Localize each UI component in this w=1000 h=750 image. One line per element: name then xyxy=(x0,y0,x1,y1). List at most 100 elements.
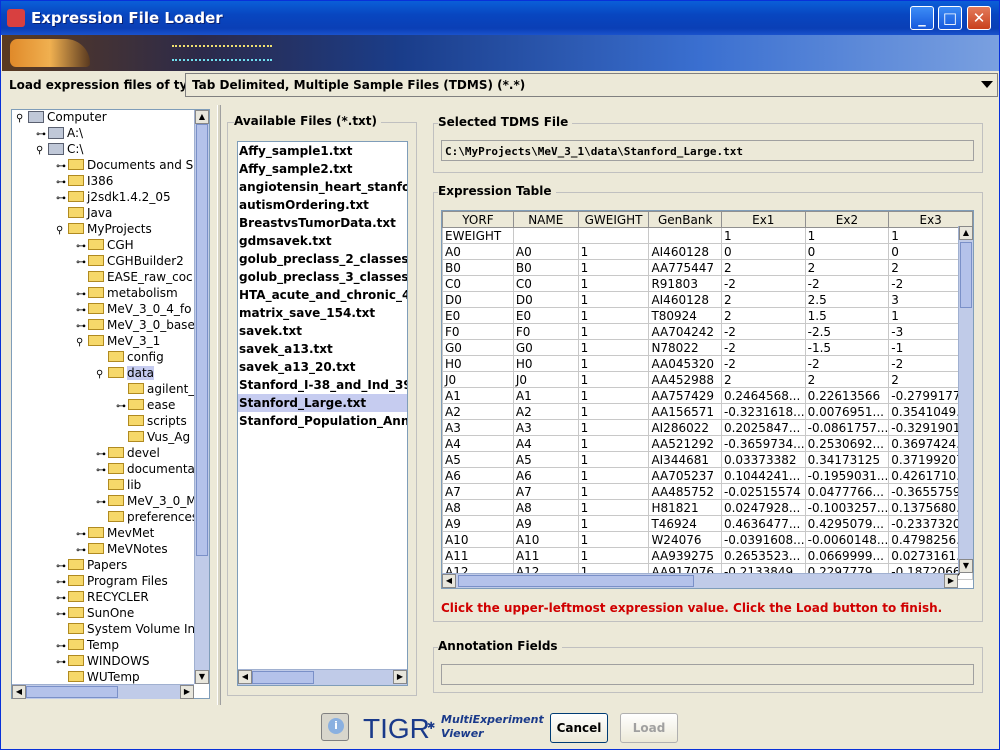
scroll-down-icon[interactable]: ▼ xyxy=(959,559,973,573)
table-cell[interactable]: R91803 xyxy=(648,275,722,292)
load-button[interactable]: Load xyxy=(620,713,678,743)
table-cell[interactable]: AI286022 xyxy=(648,419,722,436)
table-cell[interactable]: 1 xyxy=(804,227,890,244)
table-cell[interactable]: H0 xyxy=(512,355,579,372)
table-cell[interactable]: 0.22613566 xyxy=(804,387,890,404)
table-cell[interactable]: -0.0861757... xyxy=(804,419,890,436)
table-cell[interactable]: 0 xyxy=(804,243,890,260)
tree-toggle-icon[interactable]: ⊶ xyxy=(56,577,68,588)
table-row[interactable]: A2 A2 1 AA156571 -0.3231618... 0.0076951... 0.… xyxy=(442,403,973,420)
table-cell[interactable]: A0 xyxy=(442,243,514,260)
table-cell[interactable]: AA704242 xyxy=(648,323,722,340)
table-cell[interactable]: 1 xyxy=(577,547,650,564)
table-row[interactable]: H0 H0 1 AA045320 -2 -2 -2 xyxy=(442,355,973,372)
tree-toggle-icon[interactable]: ⊶ xyxy=(96,449,108,460)
table-cell[interactable]: 1 xyxy=(577,499,650,516)
tree-toggle-icon[interactable]: ⊶ xyxy=(76,289,88,300)
table-cell[interactable]: 1 xyxy=(577,339,650,356)
cancel-button[interactable]: Cancel xyxy=(550,713,608,743)
table-row[interactable]: B0 B0 1 AA775447 2 2 2 xyxy=(442,259,973,276)
table-cell[interactable]: 0.2653523... xyxy=(720,547,806,564)
tree-toggle-icon[interactable]: ⊶ xyxy=(76,321,88,332)
scroll-left-icon[interactable]: ◀ xyxy=(12,685,26,699)
table-cell[interactable]: 1 xyxy=(577,275,650,292)
table-row[interactable]: A0 A0 1 AI460128 0 0 0 xyxy=(442,243,973,260)
tree-toggle-icon[interactable]: ⊶ xyxy=(56,641,68,652)
file-list-item[interactable]: gdmsavek.txt xyxy=(238,232,407,250)
table-cell[interactable]: 1 xyxy=(577,403,650,420)
tree-toggle-icon[interactable]: ⊶ xyxy=(76,305,88,316)
title-bar[interactable]: Expression File Loader _ □ ✕ xyxy=(1,1,999,35)
table-cell[interactable]: -1.5 xyxy=(804,339,890,356)
directory-tree[interactable]: ⚲ Computer ⊶ A:\ ⚲ C:\ ⊶ Documents and Se ⊶ I386 ⊶… xyxy=(11,109,210,699)
file-list-item[interactable]: savek.txt xyxy=(238,322,407,340)
table-cell[interactable]: 1 xyxy=(577,291,650,308)
table-cell[interactable]: A5 xyxy=(442,451,514,468)
table-cell[interactable]: -0.1959031... xyxy=(804,467,890,484)
scroll-right-icon[interactable]: ▶ xyxy=(944,574,958,588)
file-list-item[interactable]: golub_preclass_2_classes.tx xyxy=(238,250,407,268)
table-cell[interactable]: 0.0247928... xyxy=(720,499,806,516)
table-cell[interactable]: -0.3659734... xyxy=(720,435,806,452)
tree-toggle-icon[interactable]: ⚲ xyxy=(76,337,88,348)
tree-horizontal-scrollbar[interactable]: ◀ ▶ xyxy=(12,684,194,699)
tree-toggle-icon[interactable]: ⊶ xyxy=(96,465,108,476)
table-cell[interactable]: B0 xyxy=(442,259,514,276)
table-cell[interactable]: A7 xyxy=(442,483,514,500)
table-cell[interactable]: A9 xyxy=(512,515,579,532)
tree-item[interactable]: ⊶ Program Files xyxy=(56,574,168,590)
tree-item[interactable]: ⊶ CGHBuilder2 xyxy=(76,254,184,270)
table-hscroll-thumb[interactable] xyxy=(458,575,694,587)
table-cell[interactable]: -2 xyxy=(720,275,806,292)
table-row[interactable]: A4 A4 1 AA521292 -0.3659734... 0.2530692... 0.… xyxy=(442,435,973,452)
file-list-item[interactable]: Stanford_Large.txt xyxy=(238,394,407,412)
tree-toggle-icon[interactable]: ⊶ xyxy=(96,497,108,508)
table-cell[interactable]: A10 xyxy=(512,531,579,548)
file-list-item[interactable]: Stanford_I-38_and_Ind_39-up xyxy=(238,376,407,394)
table-row[interactable]: A10 A10 1 W24076 -0.0391608... -0.0060148... 0… xyxy=(442,531,973,548)
tree-item[interactable]: ⊶ CGH xyxy=(76,238,134,254)
table-row[interactable]: E0 E0 1 T80924 2 1.5 1 xyxy=(442,307,973,324)
table-cell[interactable]: E0 xyxy=(442,307,514,324)
annotation-fields-box[interactable] xyxy=(441,664,974,685)
table-cell[interactable]: -2 xyxy=(720,339,806,356)
tree-toggle-icon[interactable]: ⚲ xyxy=(36,145,48,156)
table-cell[interactable]: A6 xyxy=(512,467,579,484)
tree-toggle-icon[interactable]: ⚲ xyxy=(96,369,108,380)
tree-item[interactable]: ⚲ MeV_3_1 xyxy=(76,334,160,350)
table-cell[interactable]: AA485752 xyxy=(648,483,722,500)
table-row[interactable]: A9 A9 1 T46924 0.4636477... 0.4295079... -0.23… xyxy=(442,515,973,532)
tree-item[interactable]: ⊶ documentat xyxy=(96,462,200,478)
tree-toggle-icon[interactable]: ⊶ xyxy=(76,529,88,540)
tree-toggle-icon[interactable]: ⚲ xyxy=(56,225,68,236)
table-cell[interactable]: H81821 xyxy=(648,499,722,516)
table-cell[interactable]: F0 xyxy=(512,323,579,340)
table-row[interactable]: A1 A1 1 AA757429 0.2464568... 0.22613566 -0.27… xyxy=(442,387,973,404)
table-cell[interactable]: 1 xyxy=(577,259,650,276)
tree-toggle-icon[interactable]: ⊶ xyxy=(56,593,68,604)
table-cell[interactable]: 2 xyxy=(720,259,806,276)
table-cell[interactable]: 2 xyxy=(720,307,806,324)
tree-item[interactable]: ⊶ Documents and Se xyxy=(56,158,201,174)
table-cell[interactable]: A4 xyxy=(512,435,579,452)
expression-table[interactable]: YORF NAME GWEIGHT GenBank Ex1 Ex2 Ex3 EWEIGHT 1… xyxy=(441,210,974,589)
tree-toggle-icon[interactable]: ⊶ xyxy=(56,193,68,204)
tree-item[interactable]: EASE_raw_coc xyxy=(76,270,193,286)
tree-toggle-icon[interactable]: ⊶ xyxy=(36,129,48,140)
table-cell[interactable]: 2 xyxy=(720,371,806,388)
table-cell[interactable]: N78022 xyxy=(648,339,722,356)
table-cell[interactable]: W24076 xyxy=(648,531,722,548)
tree-item[interactable]: ⚲ MyProjects xyxy=(56,222,152,238)
tree-item[interactable]: ⊶ Temp xyxy=(56,638,119,654)
table-cell[interactable]: EWEIGHT xyxy=(442,227,514,244)
table-cell[interactable]: 1 xyxy=(577,531,650,548)
table-cell[interactable]: -0.0060148... xyxy=(804,531,890,548)
table-cell[interactable]: 1 xyxy=(577,355,650,372)
close-button[interactable]: ✕ xyxy=(967,6,991,30)
table-cell[interactable]: F0 xyxy=(442,323,514,340)
tree-item[interactable]: ⚲ C:\ xyxy=(36,142,83,158)
tree-item[interactable]: ⊶ Papers xyxy=(56,558,127,574)
table-cell[interactable] xyxy=(577,227,650,244)
table-cell[interactable]: A3 xyxy=(442,419,514,436)
tree-toggle-icon[interactable]: ⊶ xyxy=(76,545,88,556)
